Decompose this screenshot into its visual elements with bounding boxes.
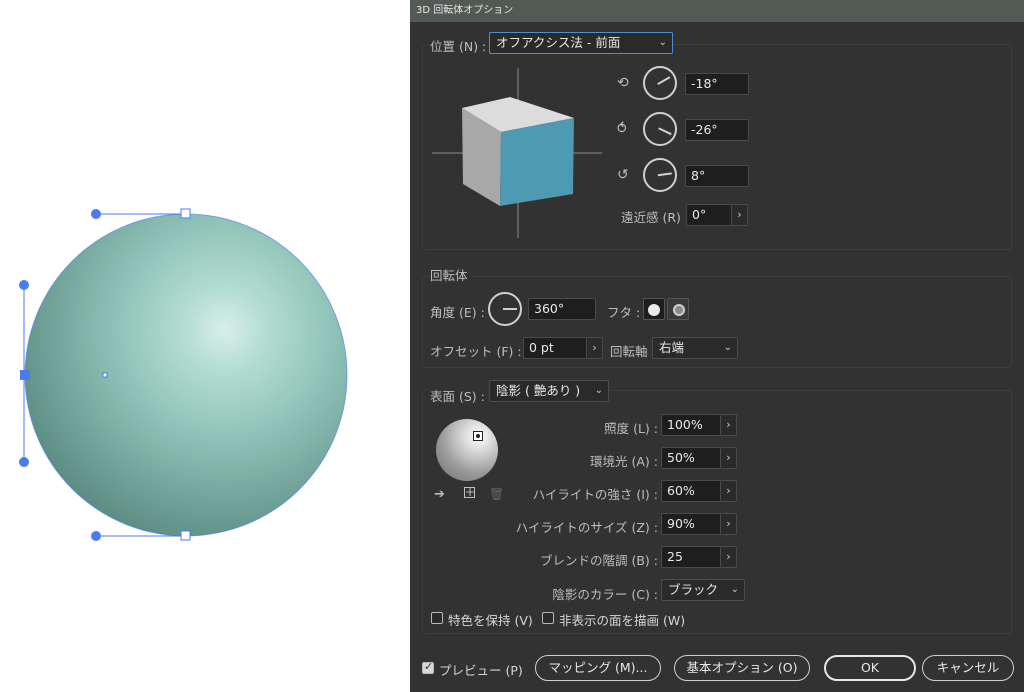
revolve-options-dialog: 3D 回転体オプション 位置 (N) : オフアクシス法 - 前面 ⌄ ⟲ -1… [410,0,1024,692]
chevron-down-icon: ⌄ [730,584,739,595]
position-dropdown[interactable]: オフアクシス法 - 前面 ⌄ [489,32,673,54]
surface-dropdown[interactable]: 陰影 ( 艶あり ) ⌄ [489,380,609,402]
chevron-down-icon: ⌄ [723,342,732,353]
offset-stepper[interactable]: › [587,337,603,359]
map-art-button[interactable]: マッピング (M)... [535,655,661,681]
draw-hidden-faces-checkbox[interactable] [542,612,554,624]
cap-on-button[interactable] [643,298,665,320]
blend-steps-field[interactable]: 25 [661,546,721,568]
highlight-intensity-stepper[interactable]: › [721,480,737,502]
revolve-section-label: 回転体 [430,265,472,284]
z-axis-rotate-icon: ↺ [617,167,629,183]
angle-field[interactable]: 360° [528,298,596,320]
center-point [102,372,108,378]
preview-checkbox[interactable] [422,660,434,674]
z-rotation-field[interactable]: 8° [685,165,749,187]
handle-point[interactable] [91,209,101,219]
from-dropdown[interactable]: 右端 ⌄ [652,337,738,359]
y-axis-rotate-icon: ⥀ [617,121,627,137]
draw-hidden-faces-label[interactable]: 非表示の面を描画 (W) [559,610,685,629]
handle-point[interactable] [91,531,101,541]
light-source-handle[interactable] [473,431,483,441]
cap-label: フタ : [607,305,641,320]
anchor-point[interactable] [20,370,30,380]
cube-front-face [500,118,574,206]
light-intensity-field[interactable]: 100% [661,414,721,436]
lighting-sphere-preview[interactable] [436,419,498,481]
preview-label[interactable]: プレビュー (P) [439,660,523,679]
ambient-light-stepper[interactable]: › [721,447,737,469]
handle-point[interactable] [19,457,29,467]
shading-color-value: ブラック [668,582,719,597]
ambient-light-label: 環境光 (A) : [590,454,658,469]
x-axis-rotate-icon: ⟲ [617,75,629,91]
new-light-icon[interactable]: + [464,486,475,498]
angle-dial[interactable] [488,292,522,326]
cap-off-button[interactable] [667,298,689,320]
position-label: 位置 (N) : [430,36,491,55]
perspective-stepper[interactable]: › [732,204,748,226]
artboard-canvas[interactable] [0,0,410,692]
anchor-point[interactable] [180,208,191,219]
shading-color-dropdown[interactable]: ブラック ⌄ [661,579,745,601]
surface-label: 表面 (S) : [430,386,489,405]
chevron-down-icon: ⌄ [658,37,667,48]
delete-light-icon[interactable]: 🗑 [489,487,504,501]
anchor-point[interactable] [180,530,191,541]
highlight-intensity-label: ハイライトの強さ (I) : [532,487,658,502]
position-value: オフアクシス法 - 前面 [496,35,621,50]
preserve-spot-checkbox[interactable] [431,612,443,624]
cancel-button[interactable]: キャンセル [922,655,1014,681]
light-intensity-stepper[interactable]: › [721,414,737,436]
dialog-title[interactable]: 3D 回転体オプション [410,0,1024,22]
shading-color-label: 陰影のカラー (C) : [552,587,658,602]
sphere-object[interactable] [25,214,347,536]
z-rotation-dial[interactable] [643,158,677,192]
perspective-field[interactable]: 0° [686,204,732,226]
artwork-svg [19,208,348,541]
y-rotation-field[interactable]: -26° [685,119,749,141]
blend-steps-label: ブレンドの階調 (B) : [540,553,658,568]
x-rotation-dial[interactable] [643,66,677,100]
angle-label: 角度 (E) : [430,305,485,320]
offset-field[interactable]: 0 pt [523,337,587,359]
surface-value: 陰影 ( 艶あり ) [496,383,581,398]
ambient-light-field[interactable]: 50% [661,447,721,469]
offset-label: オフセット (F) : [430,344,522,359]
highlight-intensity-field[interactable]: 60% [661,480,721,502]
from-label: 回転軸 [610,344,648,359]
highlight-size-label: ハイライトのサイズ (Z) : [515,520,658,535]
fewer-options-button[interactable]: 基本オプション (O) [674,655,810,681]
rotation-cube-preview[interactable] [432,66,612,246]
perspective-label: 遠近感 (R) : [621,210,690,225]
highlight-size-stepper[interactable]: › [721,513,737,535]
x-rotation-field[interactable]: -18° [685,73,749,95]
move-light-back-icon[interactable]: ➔ [434,488,445,502]
light-intensity-label: 照度 (L) : [604,421,658,436]
handle-point[interactable] [19,280,29,290]
app-root: 3D 回転体オプション 位置 (N) : オフアクシス法 - 前面 ⌄ ⟲ -1… [0,0,1024,692]
highlight-size-field[interactable]: 90% [661,513,721,535]
from-value: 右端 [659,340,685,355]
chevron-down-icon: ⌄ [594,385,603,396]
blend-steps-stepper[interactable]: › [721,546,737,568]
preserve-spot-label[interactable]: 特色を保持 (V) [448,610,533,629]
y-rotation-dial[interactable] [643,112,677,146]
ok-button[interactable]: OK [824,655,916,681]
